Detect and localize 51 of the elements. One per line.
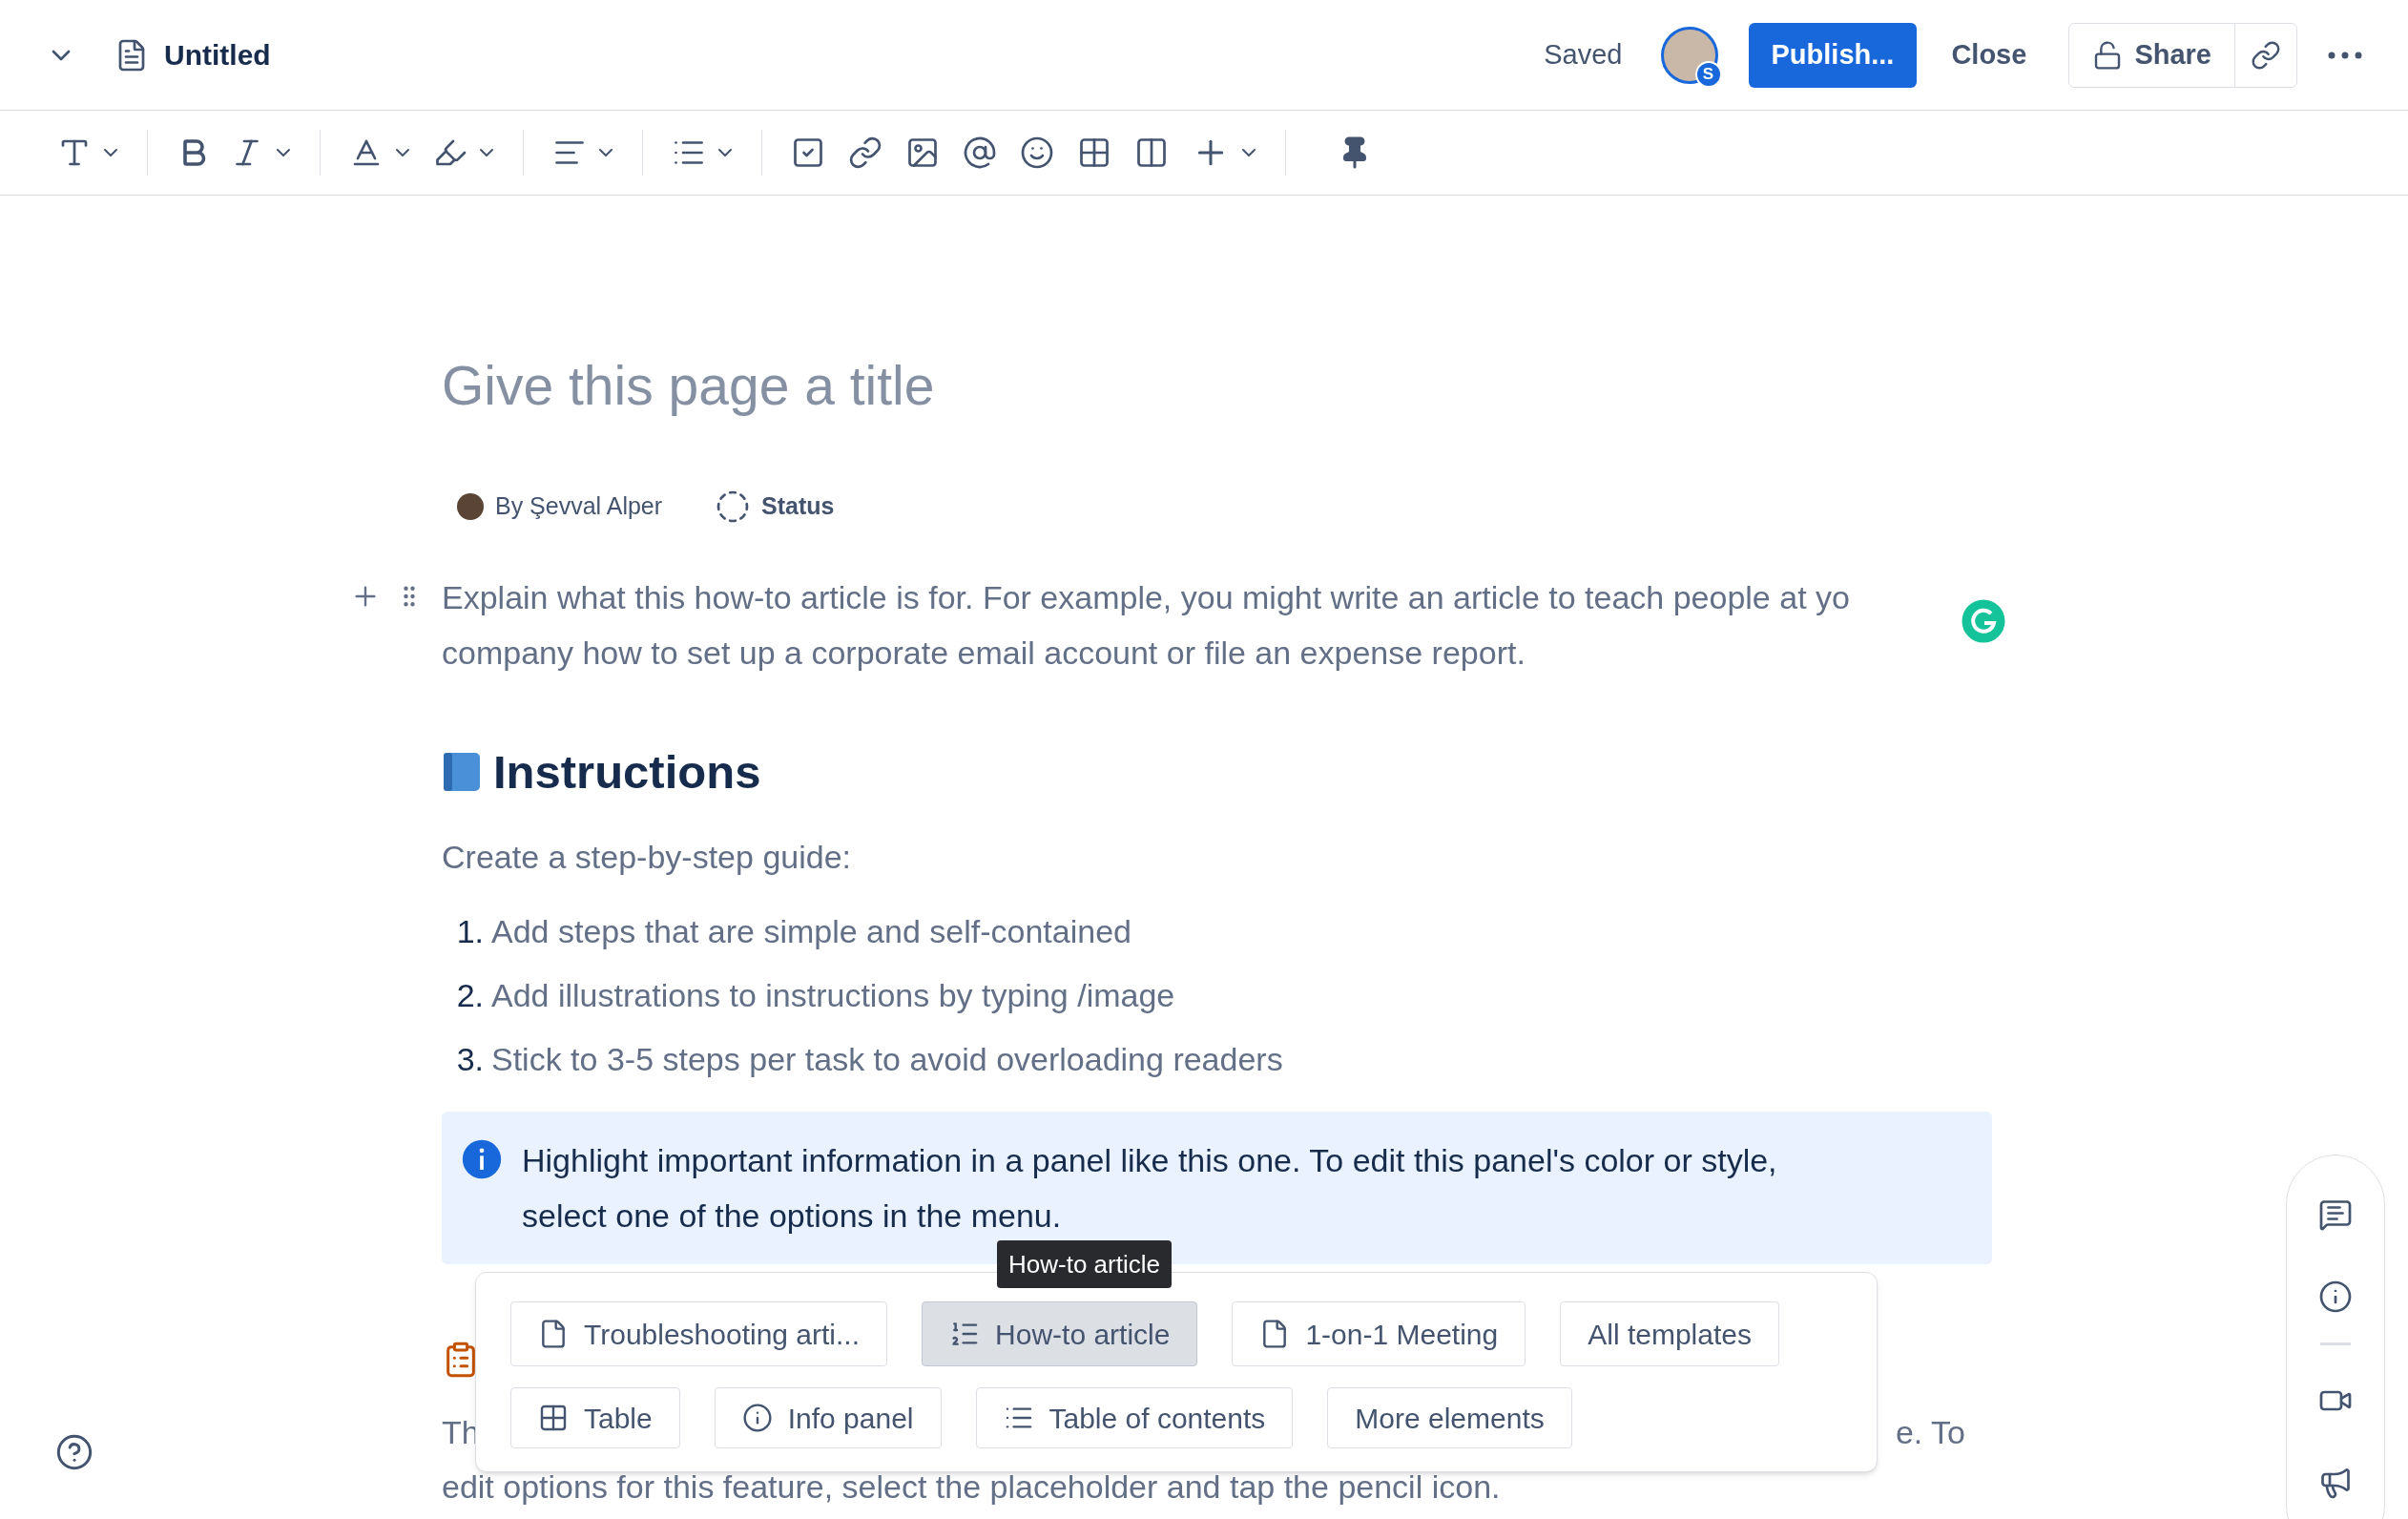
info-icon [2318,1280,2353,1314]
info-icon [741,1403,773,1433]
element-button[interactable]: Table [510,1387,680,1448]
template-button[interactable]: Troubleshooting arti... [510,1301,888,1366]
paragraph-text: edit options for this feature, select the placeholder and tap the pencil icon. [442,1468,1502,1505]
element-button[interactable]: More elements [1327,1387,1572,1448]
save-status: Saved [1544,37,1623,72]
book-icon [442,751,482,794]
more-button[interactable] [2328,51,2362,59]
intro-paragraph: Explain what this how-to article is for. For example, you might write an article to teach people at yo company how to set up a corporate email account or file an expense report. [442,577,1850,673]
table-icon [538,1403,569,1433]
element-button[interactable]: Table of contents [975,1387,1294,1448]
image-icon [905,135,940,170]
author-byline: By Şevval Alper [495,491,663,521]
link-icon [2251,39,2281,71]
author-avatar [457,492,484,520]
list-number: 1. [455,912,485,950]
list-item-text: Add steps that are simple and self-contained [491,912,1131,950]
status-icon [716,489,751,524]
tooltip: How-to article [997,1240,1172,1288]
element-button[interactable]: Info panel [714,1387,942,1448]
template-button[interactable]: All templates [1560,1301,1779,1366]
help-icon [55,1433,93,1471]
section-heading: Instructions [493,744,761,800]
close-button[interactable]: Close [1928,22,2050,88]
checkbox-icon [791,135,825,170]
page-name: Untitled [164,38,271,73]
announce-button[interactable] [2318,1466,2353,1500]
megaphone-icon [2318,1466,2353,1500]
comments-button[interactable] [2318,1197,2353,1232]
template-button[interactable]: How-to article [922,1301,1198,1366]
info-panel-text: Highlight important information in a panel like this one. To edit this panel's color or style, select one of the options in the menu. [522,1141,1778,1236]
list-item-text: Add illustrations to instructions by typing /image [491,976,1175,1014]
comment-icon [2318,1197,2353,1232]
columns-icon [1134,135,1169,170]
list-item-text: Stick to 3-5 steps per task to avoid overloading readers [491,1040,1283,1078]
list-number: 2. [455,976,485,1014]
at-sign-icon [963,135,997,170]
details-button[interactable] [2318,1280,2353,1314]
link-icon [848,135,882,170]
list-number: 3. [455,1040,485,1078]
more-icon [2328,51,2362,59]
smiley-icon [1020,135,1054,170]
guide-intro: Create a step-by-step guide: [442,838,853,876]
paragraph-fragment: e. To [1895,1413,1965,1451]
status-label[interactable]: Status [761,489,835,525]
table-icon [1077,135,1111,170]
info-icon [461,1138,503,1180]
template-button[interactable]: 1-on-1 Meeting [1232,1301,1526,1366]
publish-button[interactable]: Publish... [1748,22,1918,88]
help-button[interactable] [55,1433,93,1471]
